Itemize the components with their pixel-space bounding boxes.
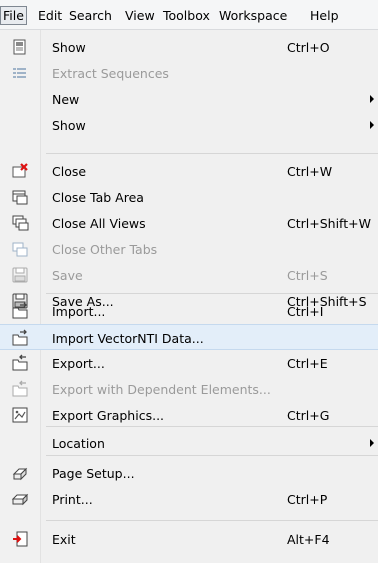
menu-item-export[interactable]: Export... Ctrl+E bbox=[0, 350, 378, 376]
menu-item-label: Export Graphics... bbox=[52, 408, 165, 423]
show-icon bbox=[13, 39, 26, 55]
menu-item-shortcut: Ctrl+Shift+W bbox=[287, 216, 371, 231]
menu-item-label: Import VectorNTI Data... bbox=[52, 331, 204, 346]
menu-item-label: Print... bbox=[52, 492, 93, 507]
close-tab-area-icon bbox=[12, 190, 28, 205]
menu-item-extract-sequences[interactable]: Extract Sequences bbox=[0, 60, 378, 86]
menu-item-close-tab-area[interactable]: Close Tab Area bbox=[0, 184, 378, 210]
menu-item-label: Show bbox=[52, 118, 86, 133]
print-icon bbox=[11, 493, 29, 506]
export-icon bbox=[12, 354, 28, 371]
menu-item-print[interactable]: Print... Ctrl+P bbox=[0, 486, 378, 512]
menu-help[interactable]: Help bbox=[310, 7, 339, 24]
menu-item-show-submenu[interactable]: Show bbox=[0, 112, 378, 138]
menu-item-label: Import... bbox=[52, 304, 106, 319]
menu-item-shortcut: Ctrl+O bbox=[287, 40, 330, 55]
menu-bar: File Edit Search View Toolbox Workspace … bbox=[0, 0, 378, 30]
menu-item-label: Export with Dependent Elements... bbox=[52, 382, 271, 397]
menu-item-close-all-views[interactable]: Close All Views Ctrl+Shift+W bbox=[0, 210, 378, 236]
menu-item-label: New bbox=[52, 92, 80, 107]
menu-item-close[interactable]: Close Ctrl+W bbox=[0, 158, 378, 184]
menu-item-shortcut: Ctrl+E bbox=[287, 356, 328, 371]
menu-item-shortcut: Ctrl+I bbox=[287, 304, 324, 319]
menu-separator bbox=[46, 153, 378, 154]
menu-item-shortcut: Ctrl+S bbox=[287, 268, 328, 283]
menu-item-new[interactable]: New bbox=[0, 86, 378, 112]
menu-view[interactable]: View bbox=[125, 7, 155, 24]
menu-item-shortcut: Ctrl+G bbox=[287, 408, 330, 423]
import-vectornti-icon bbox=[12, 329, 28, 346]
menu-toolbox[interactable]: Toolbox bbox=[163, 7, 210, 24]
menu-item-label: Page Setup... bbox=[52, 466, 135, 481]
menu-item-shortcut: Ctrl+P bbox=[287, 492, 328, 507]
menu-item-label: Show bbox=[52, 40, 86, 55]
menu-item-close-other-tabs[interactable]: Close Other Tabs bbox=[0, 236, 378, 262]
save-icon bbox=[12, 267, 28, 283]
page-setup-icon bbox=[12, 467, 28, 481]
menu-search[interactable]: Search bbox=[69, 7, 112, 24]
menu-item-label: Export... bbox=[52, 356, 105, 371]
export-graphics-icon bbox=[12, 407, 28, 423]
submenu-arrow-icon bbox=[370, 95, 374, 103]
extract-sequences-icon bbox=[13, 68, 26, 78]
menu-item-show[interactable]: Show Ctrl+O bbox=[0, 34, 378, 60]
export-dependent-icon bbox=[12, 380, 28, 397]
close-other-tabs-icon bbox=[12, 242, 28, 257]
menu-item-shortcut: Ctrl+W bbox=[287, 164, 333, 179]
menu-edit[interactable]: Edit bbox=[38, 7, 62, 24]
menu-item-shortcut: Alt+F4 bbox=[287, 532, 330, 547]
file-menu: Show Ctrl+O Extract Sequences New Show C… bbox=[0, 30, 378, 563]
submenu-arrow-icon bbox=[370, 439, 374, 447]
menu-item-label: Extract Sequences bbox=[52, 66, 169, 81]
menu-item-import[interactable]: Import... Ctrl+I bbox=[0, 298, 378, 324]
menu-item-label: Close Other Tabs bbox=[52, 242, 158, 257]
menu-item-save[interactable]: Save Ctrl+S bbox=[0, 262, 378, 288]
menu-separator bbox=[46, 520, 378, 521]
menu-item-label: Location bbox=[52, 436, 105, 451]
close-icon bbox=[12, 163, 28, 178]
menu-item-location[interactable]: Location bbox=[0, 430, 378, 456]
menu-item-label: Close Tab Area bbox=[52, 190, 144, 205]
menu-item-export-dependent[interactable]: Export with Dependent Elements... bbox=[0, 376, 378, 402]
menu-item-page-setup[interactable]: Page Setup... bbox=[0, 460, 378, 486]
exit-icon bbox=[13, 531, 28, 547]
menu-item-label: Close bbox=[52, 164, 87, 179]
menu-workspace[interactable]: Workspace bbox=[219, 7, 287, 24]
submenu-arrow-icon bbox=[370, 121, 374, 129]
menu-item-label: Save bbox=[52, 268, 83, 283]
menu-item-export-graphics[interactable]: Export Graphics... Ctrl+G bbox=[0, 402, 378, 428]
menu-item-import-vectornti[interactable]: Import VectorNTI Data... bbox=[0, 324, 378, 350]
import-icon bbox=[12, 302, 28, 319]
close-all-views-icon bbox=[12, 215, 29, 231]
menu-item-label: Close All Views bbox=[52, 216, 146, 231]
menu-file[interactable]: File bbox=[0, 6, 27, 25]
menu-item-exit[interactable]: Exit Alt+F4 bbox=[0, 526, 378, 552]
menu-item-label: Exit bbox=[52, 532, 76, 547]
